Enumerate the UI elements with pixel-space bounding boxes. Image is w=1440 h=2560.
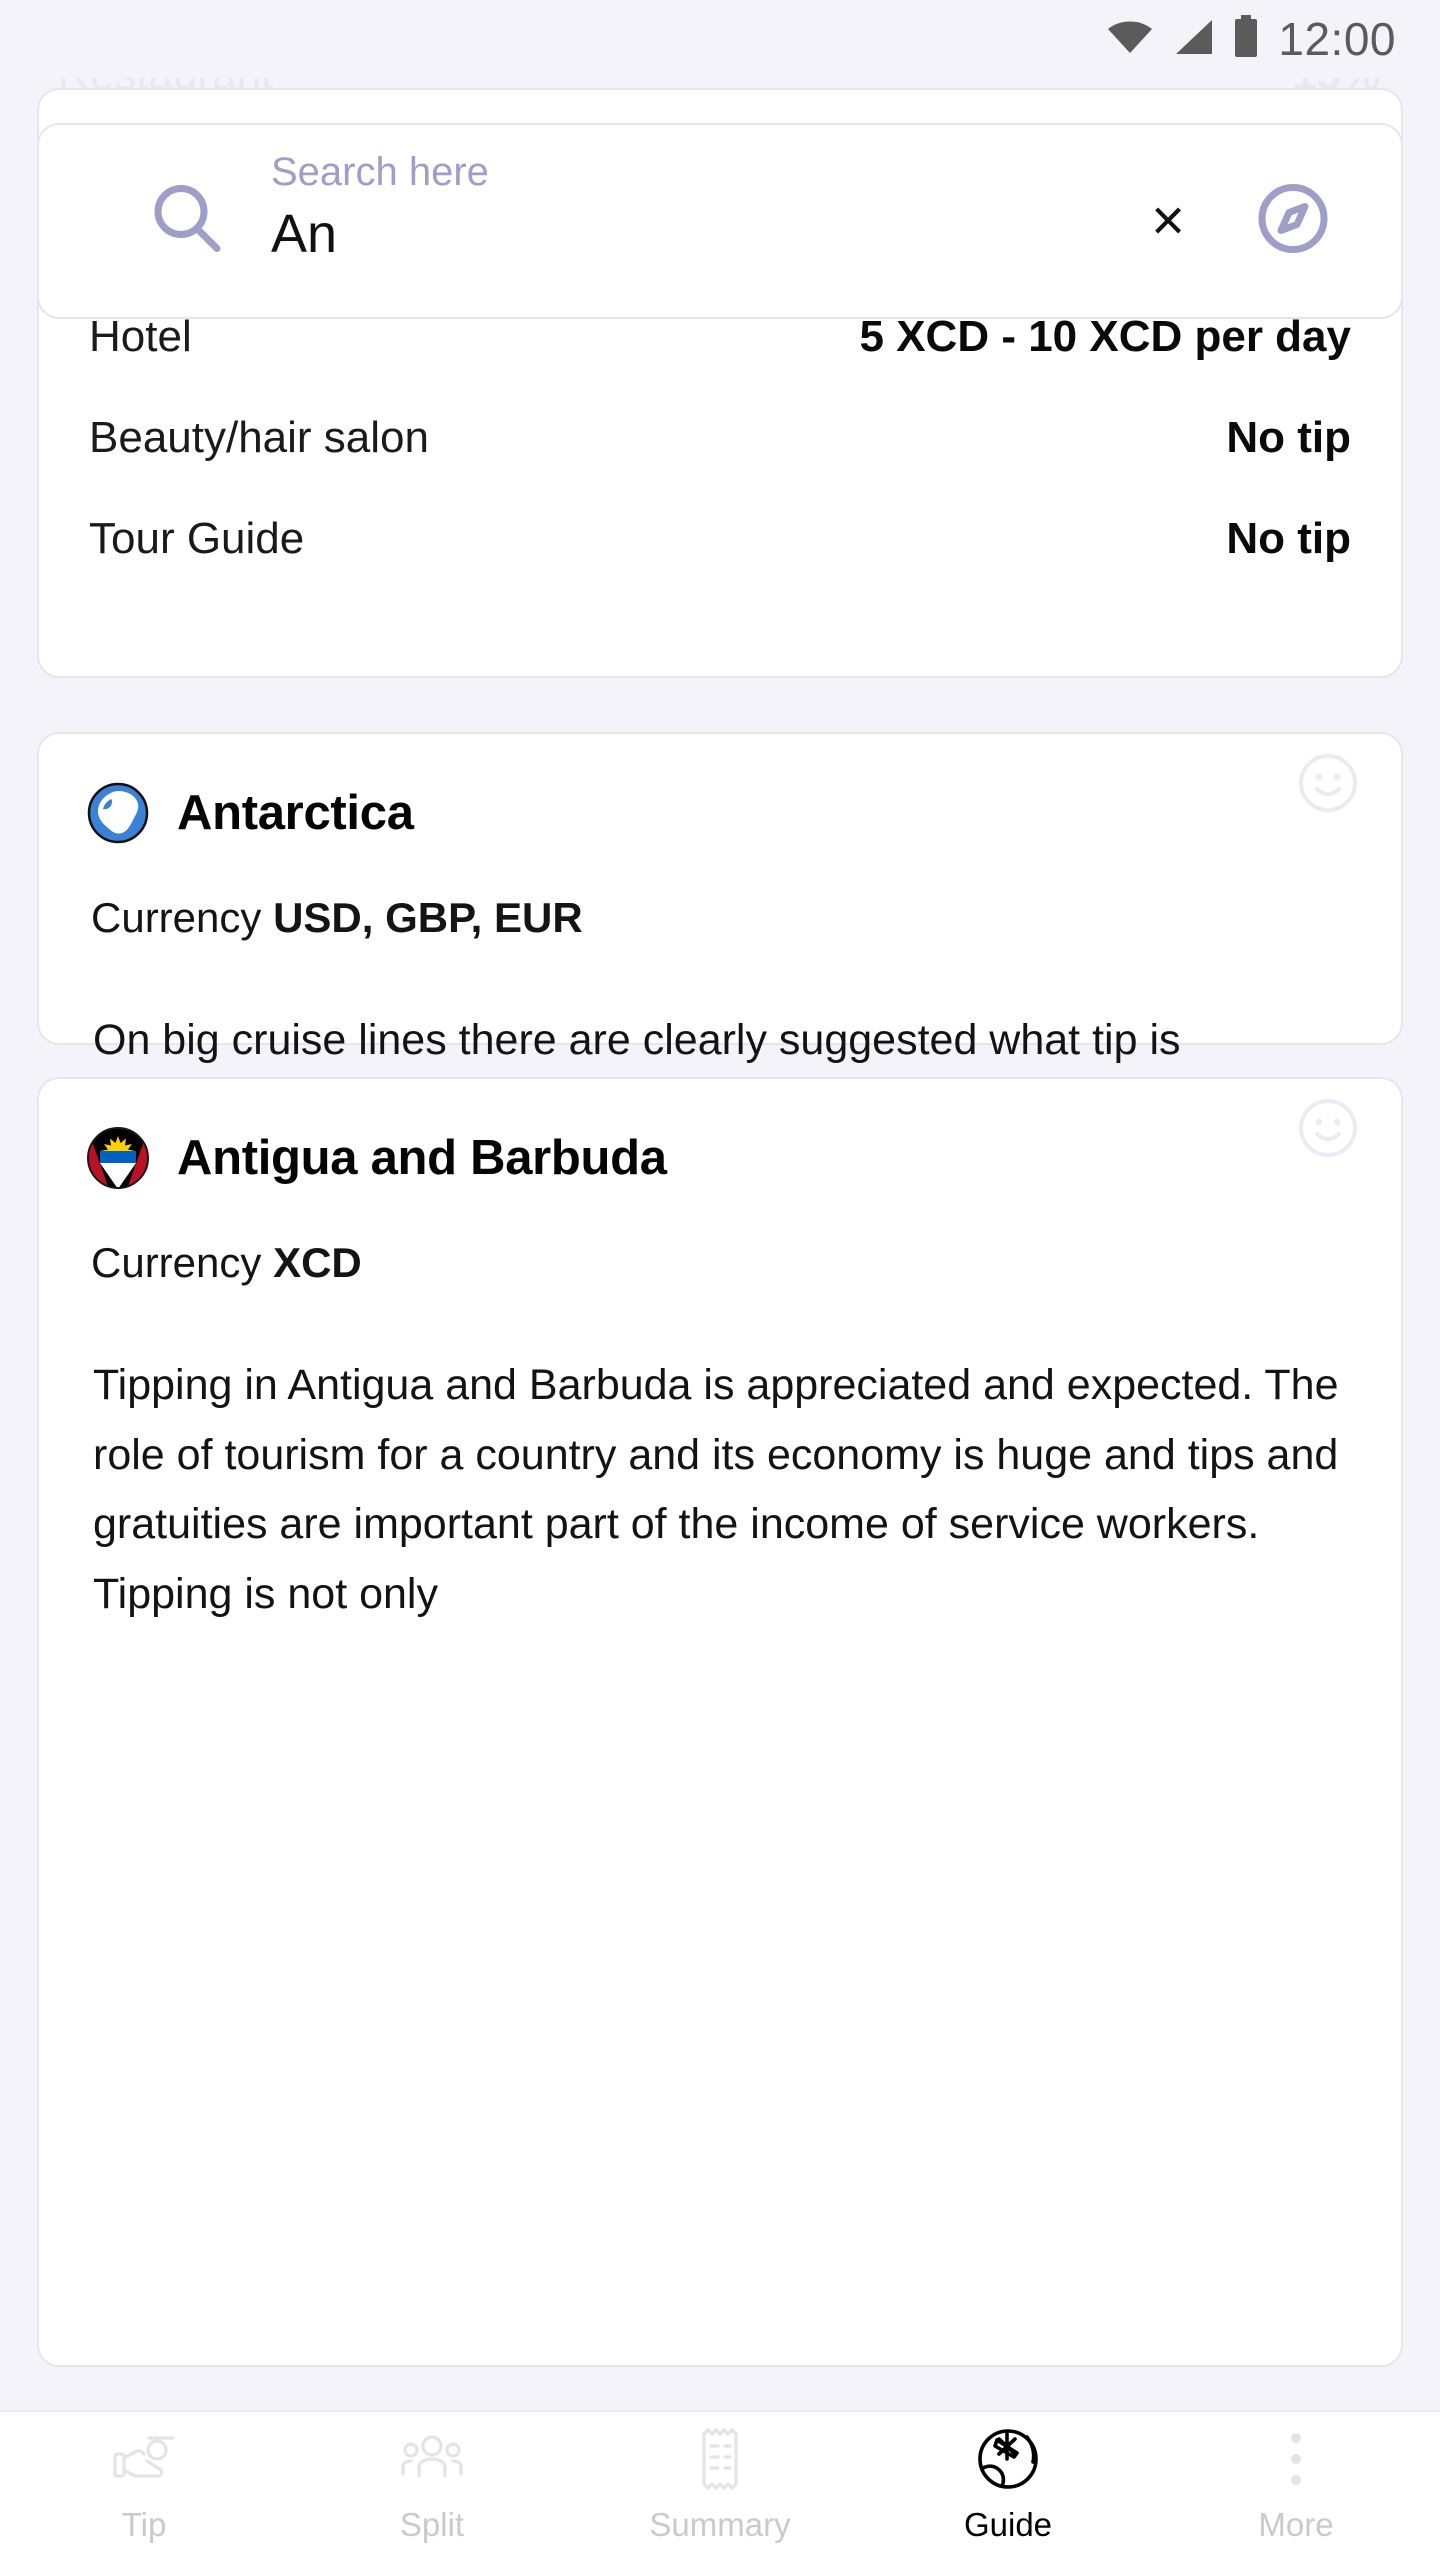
status-bar-clock: 12:00: [1278, 13, 1396, 65]
page-title: Antigua and Barbuda: [177, 1131, 667, 1185]
country-card-header: Antarctica: [39, 734, 1401, 844]
tip-row-value: No tip: [1226, 514, 1351, 563]
nav-label-guide: Guide: [963, 2506, 1053, 2543]
antigua-and-barbuda-flag-icon: [87, 1127, 149, 1189]
smiley-icon[interactable]: [1295, 750, 1361, 821]
globe-plane-icon: [975, 2428, 1041, 2490]
nav-item-summary[interactable]: Summary: [576, 2428, 864, 2544]
tip-row-value: No tip: [1226, 413, 1351, 462]
clear-icon[interactable]: ×: [1151, 192, 1185, 250]
table-row[interactable]: Beauty/hair salon No tip: [89, 401, 1351, 502]
nav-label-more: More: [1258, 2506, 1334, 2543]
currency-value: XCD: [273, 1239, 362, 1286]
table-row[interactable]: Tour Guide No tip: [89, 502, 1351, 603]
page-bottom-fade: [0, 2384, 1440, 2410]
wifi-icon: [1106, 19, 1154, 60]
tip-row-value: 5 XCD - 10 XCD per day: [859, 312, 1352, 361]
more-dots-icon: [1286, 2428, 1306, 2490]
battery-icon: [1232, 14, 1260, 64]
nav-item-guide[interactable]: Guide: [864, 2428, 1152, 2544]
hand-coin-icon: [111, 2428, 177, 2490]
search-icon: [149, 181, 225, 262]
cellular-signal-icon: [1172, 18, 1214, 61]
currency-line: Currency USD, GBP, EUR: [39, 844, 1401, 942]
status-bar: 12:00: [0, 0, 1440, 78]
nav-label-tip: Tip: [121, 2506, 167, 2543]
page-title: Antarctica: [177, 786, 414, 840]
nav-label-summary: Summary: [649, 2506, 791, 2543]
tip-row-label: Beauty/hair salon: [89, 413, 429, 462]
receipt-icon: [694, 2428, 746, 2490]
tip-row-label: Tour Guide: [89, 514, 305, 563]
tip-list-rows: Hotel 5 XCD - 10 XCD per day Beauty/hair…: [89, 300, 1351, 603]
currency-value: USD, GBP, EUR: [273, 894, 583, 941]
content-fade-overlay: [39, 2125, 1401, 2365]
people-icon: [401, 2428, 463, 2490]
nav-item-tip[interactable]: Tip: [0, 2428, 288, 2544]
country-card-antarctica[interactable]: Antarctica Currency USD, GBP, EUR On big…: [37, 732, 1403, 1482]
country-card-antigua-and-barbuda[interactable]: Antigua and Barbuda Currency XCD Tipping…: [37, 1077, 1403, 2367]
country-card-header: Antigua and Barbuda: [39, 1079, 1401, 1189]
currency-line: Currency XCD: [39, 1189, 1401, 1287]
nav-item-more[interactable]: More: [1152, 2428, 1440, 2544]
currency-label: Currency: [91, 1239, 262, 1286]
nav-label-split: Split: [399, 2506, 465, 2543]
antarctica-flag-icon: [87, 782, 149, 844]
bottom-navigation-bar: Tip Split Summary Guide More: [0, 2410, 1440, 2560]
smiley-icon[interactable]: [1295, 1095, 1361, 1166]
search-bar[interactable]: Search here An ×: [37, 123, 1403, 319]
app-screen: 12:00 Restaurant Bar Taxi 15% Round up R…: [0, 0, 1440, 2560]
country-description: Tipping in Antigua and Barbuda is apprec…: [39, 1287, 1401, 1630]
tip-row-label: Hotel: [89, 312, 192, 361]
nav-item-split[interactable]: Split: [288, 2428, 576, 2544]
compass-icon[interactable]: [1255, 181, 1331, 262]
search-field-label: Search here: [271, 150, 489, 194]
search-input[interactable]: An: [271, 207, 489, 261]
currency-label: Currency: [91, 894, 262, 941]
